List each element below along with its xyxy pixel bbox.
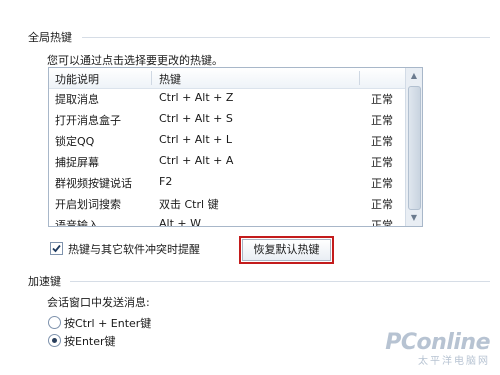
hotkey-function: 提取消息	[55, 93, 99, 106]
column-header-hotkey[interactable]: 热键	[159, 71, 181, 87]
table-row[interactable]: 语音输入 Alt + W 正常	[49, 214, 405, 227]
scroll-down-arrow-icon[interactable]: ▼	[407, 211, 421, 225]
hotkey-value: F2	[159, 175, 173, 188]
column-separator	[359, 71, 360, 85]
conflict-reminder-checkbox[interactable]	[50, 242, 63, 255]
hotkey-value: Alt + W	[159, 217, 201, 227]
hotkey-status: 正常	[371, 135, 393, 148]
table-row[interactable]: 开启划词搜索 双击 Ctrl 键 正常	[49, 193, 405, 214]
section-divider	[70, 281, 490, 282]
hotkey-status: 正常	[371, 198, 393, 211]
column-header-function[interactable]: 功能说明	[55, 71, 99, 87]
hotkey-table[interactable]: 功能说明 热键 提取消息 Ctrl + Alt + Z 正常 打开消息盒子 Ct…	[48, 67, 423, 227]
hotkey-value: Ctrl + Alt + S	[159, 112, 233, 125]
restore-default-hotkeys-label: 恢复默认热键	[242, 239, 331, 261]
hotkey-value: Ctrl + Alt + L	[159, 133, 233, 146]
scrollbar-thumb[interactable]	[408, 86, 421, 210]
hotkey-status: 正常	[371, 114, 393, 127]
hotkey-value: Ctrl + Alt + Z	[159, 91, 234, 104]
hotkey-function: 锁定QQ	[55, 135, 95, 148]
hotkey-function: 开启划词搜索	[55, 198, 121, 211]
table-row[interactable]: 群视频按键说话 F2 正常	[49, 172, 405, 193]
section-divider	[82, 37, 490, 38]
hotkey-value: 双击 Ctrl 键	[159, 198, 219, 211]
global-hotkeys-title: 全局热键	[28, 31, 72, 44]
watermark-logo: PConline 太平洋电脑网	[385, 330, 490, 367]
hotkey-status: 正常	[371, 219, 393, 227]
table-row[interactable]: 锁定QQ Ctrl + Alt + L 正常	[49, 130, 405, 151]
table-header: 功能说明 热键	[49, 68, 405, 89]
column-separator	[151, 71, 152, 85]
radio-selected-dot	[52, 338, 57, 343]
radio-enter[interactable]	[48, 334, 61, 347]
hotkey-function: 语音输入	[55, 219, 99, 227]
radio-label: 按Ctrl + Enter键	[64, 317, 152, 330]
scroll-up-arrow-icon[interactable]: ▲	[407, 69, 421, 83]
hotkey-function: 群视频按键说话	[55, 177, 132, 190]
hotkey-function: 打开消息盒子	[55, 114, 121, 127]
accelerator-title: 加速键	[28, 275, 61, 288]
table-row[interactable]: 提取消息 Ctrl + Alt + Z 正常	[49, 88, 405, 109]
hotkey-function: 捕捉屏幕	[55, 156, 99, 169]
hotkey-value: Ctrl + Alt + A	[159, 154, 234, 167]
radio-label: 按Enter键	[64, 335, 116, 348]
restore-default-hotkeys-button[interactable]: 恢复默认热键	[239, 236, 334, 264]
radio-ctrl-enter[interactable]	[48, 316, 61, 329]
checkmark-icon	[52, 244, 61, 253]
hotkey-hint: 您可以通过点击选择要更改的热键。	[47, 54, 223, 67]
hotkey-status: 正常	[371, 93, 393, 106]
table-row[interactable]: 捕捉屏幕 Ctrl + Alt + A 正常	[49, 151, 405, 172]
table-row[interactable]: 打开消息盒子 Ctrl + Alt + S 正常	[49, 109, 405, 130]
send-message-label: 会话窗口中发送消息:	[47, 296, 150, 309]
conflict-reminder-label: 热键与其它软件冲突时提醒	[68, 243, 200, 256]
hotkey-status: 正常	[371, 177, 393, 190]
hotkey-status: 正常	[371, 156, 393, 169]
table-scrollbar[interactable]: ▲ ▼	[405, 68, 422, 226]
